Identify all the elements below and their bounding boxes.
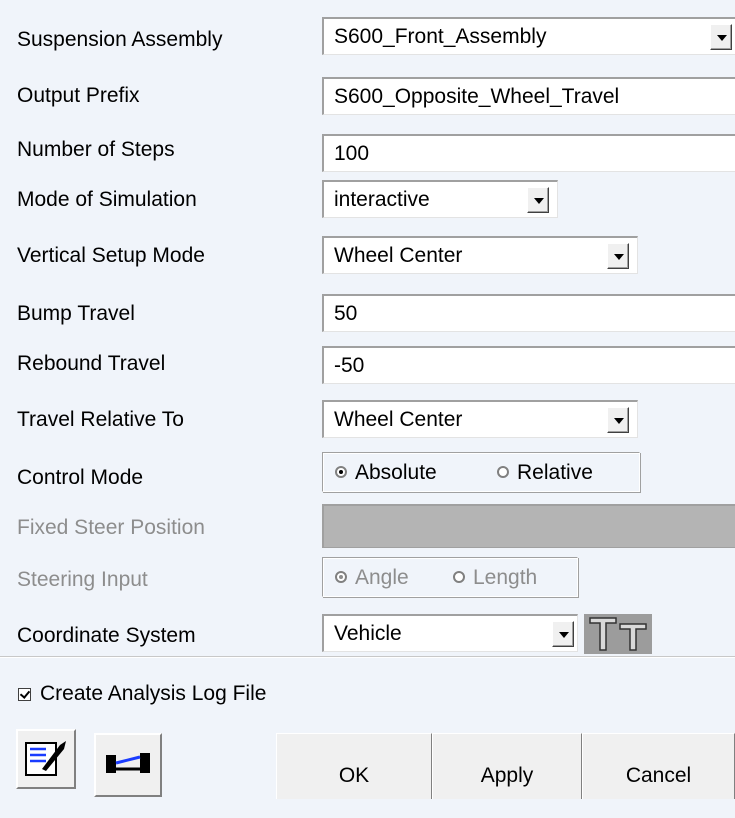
bump-travel-label: Bump Travel [17,302,135,325]
fixed-steer-position-label: Fixed Steer Position [17,516,205,539]
output-prefix-label: Output Prefix [17,84,140,107]
absolute-option-label: Absolute [355,461,437,484]
rebound-travel-label: Rebound Travel [17,352,166,375]
comment-edit-button[interactable] [16,729,76,789]
create-log-checkbox[interactable] [18,688,31,701]
suspension-view-icon [102,743,154,789]
steering-input-label: Steering Input [17,568,148,591]
radio-unselected-icon [497,466,509,478]
number-of-steps-label: Number of Steps [17,138,175,161]
vertical-setup-mode-value: Wheel Center [334,243,463,267]
steering-input-length-radio: Length [453,566,537,590]
control-mode-label: Control Mode [17,466,144,489]
relative-option-label: Relative [517,461,593,484]
radio-unselected-icon [453,571,465,583]
steering-input-angle-radio: Angle [335,566,409,590]
control-mode-absolute-radio[interactable]: Absolute [335,461,437,485]
comment-edit-icon [24,737,68,787]
row-steering-input: Steering Input Angle Length [0,557,735,614]
row-control-mode: Control Mode Absolute Relative [0,452,735,508]
suspension-assembly-label: Suspension Assembly [17,28,223,51]
coordinate-system-combobox[interactable]: Vehicle [322,614,578,652]
output-prefix-input[interactable]: S600_Opposite_Wheel_Travel [322,77,735,115]
row-output-prefix: Output Prefix S600_Opposite_Wheel_Travel [0,60,735,120]
travel-relative-to-combobox[interactable]: Wheel Center [322,400,638,438]
mode-of-simulation-dropdown-arrow-icon[interactable] [527,187,549,213]
cancel-button[interactable]: Cancel [582,733,735,799]
ok-button[interactable]: OK [276,733,432,799]
row-mode-of-simulation: Mode of Simulation interactive [0,176,735,232]
bump-travel-input[interactable]: 50 [322,294,735,332]
row-vertical-setup-mode: Vertical Setup Mode Wheel Center [0,232,735,288]
coordinate-system-icon[interactable] [584,614,652,654]
suspension-assembly-dropdown-arrow-icon[interactable] [710,24,732,50]
row-number-of-steps: Number of Steps 100 [0,120,735,176]
row-bump-travel: Bump Travel 50 [0,288,735,344]
length-option-label: Length [473,566,538,589]
vertical-setup-mode-combobox[interactable]: Wheel Center [322,236,638,274]
row-rebound-travel: Rebound Travel -50 [0,344,735,396]
number-of-steps-input[interactable]: 100 [322,134,735,172]
mode-of-simulation-combobox[interactable]: interactive [322,180,558,218]
control-mode-radio-group: Absolute Relative [322,452,640,492]
separator [0,656,735,658]
suspension-view-button[interactable] [94,733,162,797]
rebound-travel-value: -50 [334,353,365,377]
control-mode-relative-radio[interactable]: Relative [497,461,593,485]
mode-of-simulation-label: Mode of Simulation [17,188,197,211]
fixed-steer-position-input [322,504,735,548]
radio-selected-icon [335,466,347,478]
suspension-assembly-combobox[interactable]: S600_Front_Assembly [322,17,735,55]
vertical-setup-mode-label: Vertical Setup Mode [17,244,205,267]
apply-button[interactable]: Apply [432,733,582,799]
steering-input-radio-group: Angle Length [322,557,578,597]
travel-relative-to-label: Travel Relative To [17,408,184,431]
output-prefix-value: S600_Opposite_Wheel_Travel [334,84,620,108]
row-fixed-steer-position: Fixed Steer Position [0,504,735,560]
row-travel-relative-to: Travel Relative To Wheel Center [0,396,735,452]
travel-relative-to-value: Wheel Center [334,407,463,431]
coordinate-system-value: Vehicle [334,621,402,645]
travel-relative-to-dropdown-arrow-icon[interactable] [607,407,629,433]
create-log-label: Create Analysis Log File [40,682,267,705]
vertical-setup-mode-dropdown-arrow-icon[interactable] [607,243,629,269]
rebound-travel-input[interactable]: -50 [322,346,735,384]
coordinate-system-dropdown-arrow-icon[interactable] [552,621,574,647]
bump-travel-value: 50 [334,301,358,325]
number-of-steps-value: 100 [334,141,370,165]
radio-selected-icon [335,571,347,583]
suspension-assembly-value: S600_Front_Assembly [334,24,547,48]
coordinate-system-label: Coordinate System [17,624,196,647]
mode-of-simulation-value: interactive [334,187,430,211]
row-suspension-assembly: Suspension Assembly S600_Front_Assembly [0,0,735,60]
angle-option-label: Angle [355,566,409,589]
